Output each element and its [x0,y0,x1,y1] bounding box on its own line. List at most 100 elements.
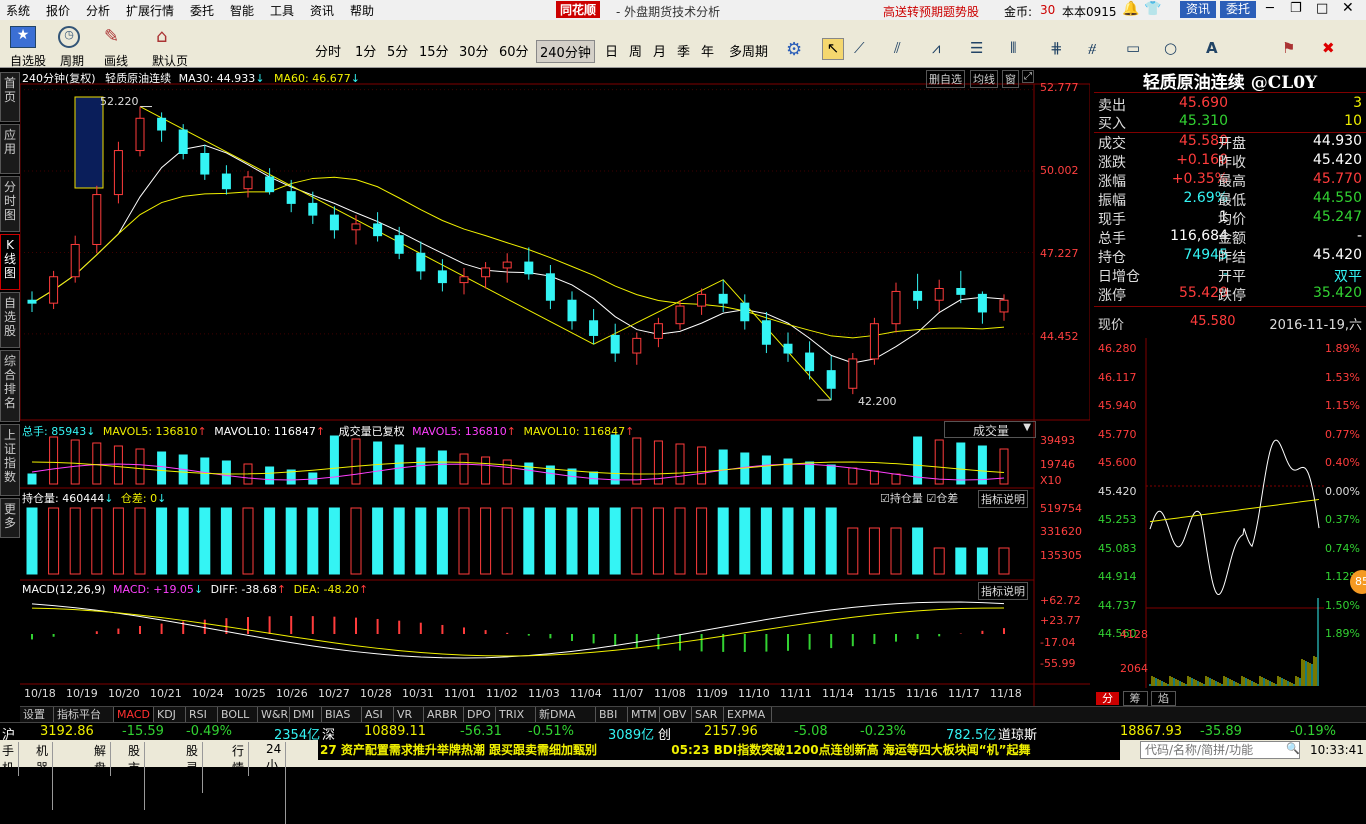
indicator-tab[interactable]: DMI [290,707,322,723]
side-tab-sh-index[interactable]: 上证指数 [0,424,20,496]
line-tool-icon[interactable]: ⟋ [854,39,865,57]
menu-tools[interactable]: 工具 [270,2,294,19]
search-input[interactable] [1140,741,1300,759]
news-item-2[interactable]: 05:23 BDI指数突破1200点连创新高 海运等四大板块闻“机”起舞 [601,743,1030,757]
side-tab-watchlist[interactable]: 自选股 [0,292,20,348]
mini-tab-flame[interactable]: 焰 [1151,691,1176,706]
indicator-tab[interactable]: OBV [660,707,692,723]
side-tab-more[interactable]: 更多 [0,498,20,538]
news-button[interactable]: 资讯 [1180,1,1217,18]
period-multi[interactable]: 多周期 [726,40,771,61]
period-icon[interactable]: ◷ [58,26,80,48]
indicator-tab[interactable]: VR [394,707,424,723]
maximize-icon[interactable]: □ [1316,1,1328,16]
parallel-tool-icon[interactable]: ⫽ [894,39,901,57]
mini-tab-chips[interactable]: 筹 [1122,691,1148,706]
period-30m[interactable]: 30分 [456,40,492,61]
kline-chart-area[interactable]: 240分钟(复权) 轻质原油连续 MA30: 44.933↓ MA60: 46.… [19,68,1091,706]
watchlist-button[interactable]: 自选股 [10,52,46,69]
menu-system[interactable]: 系统 [6,2,30,19]
grid-tool-icon[interactable]: ⋕ [1050,39,1063,57]
indicator-tab[interactable]: 设置 [20,707,54,723]
indicator-tab[interactable]: MTM [628,707,660,723]
watchlist-icon[interactable]: ★ [10,26,36,48]
status-item[interactable]: 股灵通 [186,742,204,793]
news-ticker[interactable]: 27 资产配置需求推升举牌热潮 跟买跟卖需细加甄别 05:23 BDI指数突破1… [318,740,1120,760]
shirt-icon[interactable]: 👕 [1144,1,1161,17]
minimize-icon[interactable]: ─ [1266,1,1274,16]
side-tab-ranking[interactable]: 综合排名 [0,350,20,422]
status-item[interactable]: 行情 [232,742,250,776]
pencil-icon[interactable]: ✎ [104,26,126,48]
volume-select[interactable]: 成交量 ▼ [944,421,1036,438]
menu-info[interactable]: 资讯 [310,2,334,19]
period-tick[interactable]: 分时 [312,40,344,61]
kline-chart-svg[interactable] [19,68,1091,706]
sz-value[interactable]: 10889.11 [364,724,426,739]
bars-tool-icon[interactable]: ⦀ [1010,39,1017,57]
fib-tool-icon[interactable]: ☰ [970,39,983,57]
home-icon[interactable]: ⌂ [156,26,178,48]
news-item-1[interactable]: 27 资产配置需求推升举牌热潮 跟买跟卖需细加甄别 [318,743,597,757]
delete-tool-icon[interactable]: ✖ [1322,39,1335,57]
menu-trade[interactable]: 委托 [190,2,214,19]
status-item[interactable]: 24小时滚动 [266,742,287,824]
mini-tab-timeshare[interactable]: 分 [1096,692,1119,705]
text-tool-icon[interactable]: A [1206,39,1218,57]
side-tab-home[interactable]: 首页 [0,72,20,122]
indicator-tab[interactable]: BOLL [218,707,258,723]
gear-icon[interactable]: ⚙ [786,39,802,60]
period-button[interactable]: 周期 [60,52,84,69]
indicator-tab[interactable]: SAR [692,707,724,723]
ma-button[interactable]: 均线 [970,70,998,88]
flag-tool-icon[interactable]: ⚑ [1282,39,1295,57]
oi-checkbox[interactable]: ☑ [880,492,890,505]
trade-button[interactable]: 委托 [1220,1,1257,18]
period-240m[interactable]: 240分钟 [536,40,595,63]
cy-value[interactable]: 2157.96 [704,724,758,739]
cursor-icon[interactable]: ↖ [822,38,844,60]
mini-intraday-chart[interactable]: 46.280 46.117 45.940 45.770 45.600 45.420 45.2… [1094,338,1366,706]
search-icon[interactable]: 🔍 [1286,742,1300,755]
indicator-tab[interactable]: BIAS [322,707,362,723]
restore-icon[interactable]: ❐ [1290,1,1302,16]
indicator-tab[interactable]: DPO [464,707,496,723]
period-60m[interactable]: 60分 [496,40,532,61]
period-5m[interactable]: 5分 [384,40,411,61]
indicator-tab[interactable]: TRIX [496,707,536,723]
status-item[interactable]: 股市日记 [128,742,146,810]
promo-link[interactable]: 高送转预期题势股 [883,3,979,20]
indicator-tab[interactable]: ARBR [424,707,464,723]
macd-indicator-button[interactable]: 指标说明 [978,582,1028,600]
indicator-tab[interactable]: BBI [596,707,628,723]
wave-tool-icon[interactable]: ⩘ [932,39,940,57]
channel-tool-icon[interactable]: ⧣ [1088,39,1096,57]
zoom-icon[interactable]: ⤢ [1022,70,1034,83]
default-page-button[interactable]: 默认页 [152,52,188,69]
dj-value[interactable]: 18867.93 [1120,724,1182,739]
period-month[interactable]: 月 [650,40,669,61]
period-quarter[interactable]: 季 [674,40,693,61]
menu-help[interactable]: 帮助 [350,2,374,19]
side-tab-apps[interactable]: 应用 [0,124,20,174]
menu-analysis[interactable]: 分析 [86,2,110,19]
window-button[interactable]: 窗 [1002,70,1019,88]
close-icon[interactable]: ✕ [1342,0,1354,16]
draw-button[interactable]: 画线 [104,52,128,69]
indicator-tab[interactable]: RSI [186,707,218,723]
indicator-tab[interactable]: W&R [258,707,290,723]
indicator-tab[interactable]: KDJ [154,707,186,723]
menu-smart[interactable]: 智能 [230,2,254,19]
indicator-tab[interactable]: MACD [114,707,154,723]
menu-extended[interactable]: 扩展行情 [126,2,174,19]
status-item[interactable]: 机器问答 [36,742,54,810]
status-item[interactable]: 手机 [2,742,20,776]
rect-tool-icon[interactable]: ▭ [1126,39,1140,57]
side-tab-kline[interactable]: K线图 [0,234,20,290]
period-day[interactable]: 日 [602,40,621,61]
bell-icon[interactable]: 🔔 [1122,1,1139,17]
diff-checkbox[interactable]: ☑ [926,492,936,505]
menu-quote[interactable]: 报价 [46,2,70,19]
period-1m[interactable]: 1分 [352,40,379,61]
status-item[interactable]: 解盘 [94,742,112,776]
